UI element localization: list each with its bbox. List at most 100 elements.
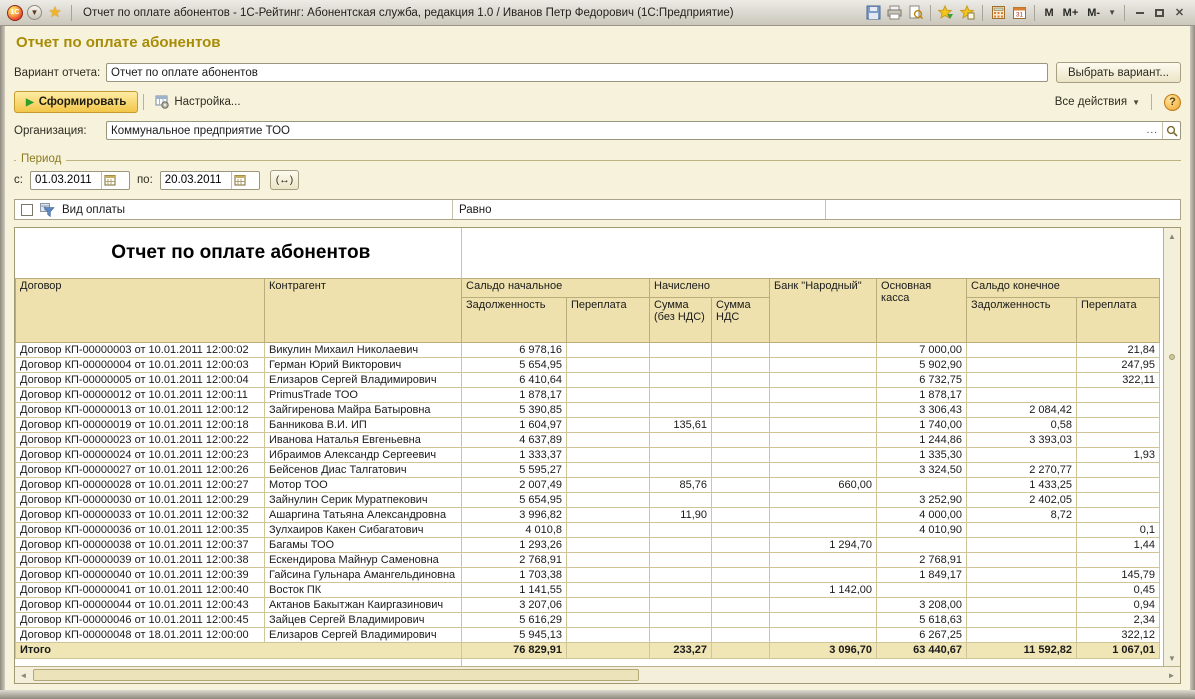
cell-kontragent[interactable]: Зайнулин Серик Муратпекович bbox=[265, 492, 462, 507]
cell-value[interactable] bbox=[770, 447, 877, 462]
cell-value[interactable] bbox=[712, 552, 770, 567]
col-bank[interactable]: Банк "Народный" bbox=[770, 278, 877, 342]
cell-value[interactable] bbox=[650, 582, 712, 597]
cell-kontragent[interactable]: Герман Юрий Викторович bbox=[265, 357, 462, 372]
cell-dogovor[interactable]: Договор КП-00000004 от 10.01.2011 12:00:… bbox=[16, 357, 265, 372]
cell-value[interactable]: 7 000,00 bbox=[877, 342, 967, 357]
cell-value[interactable] bbox=[567, 537, 650, 552]
cell-dogovor[interactable]: Договор КП-00000012 от 10.01.2011 12:00:… bbox=[16, 387, 265, 402]
cell-value[interactable]: 145,79 bbox=[1077, 567, 1160, 582]
scroll-thumb[interactable] bbox=[33, 669, 639, 681]
cell-value[interactable]: 1 333,37 bbox=[462, 447, 567, 462]
cell-dogovor[interactable]: Договор КП-00000039 от 10.01.2011 12:00:… bbox=[16, 552, 265, 567]
cell-value[interactable]: 2 768,91 bbox=[462, 552, 567, 567]
cell-value[interactable] bbox=[712, 372, 770, 387]
cell-dogovor[interactable]: Договор КП-00000048 от 18.01.2011 12:00:… bbox=[16, 627, 265, 642]
cell-dogovor[interactable]: Договор КП-00000028 от 10.01.2011 12:00:… bbox=[16, 477, 265, 492]
cell-value[interactable] bbox=[567, 522, 650, 537]
cell-value[interactable] bbox=[770, 552, 877, 567]
cell-value[interactable] bbox=[650, 612, 712, 627]
favorites-star-icon[interactable]: ★ bbox=[46, 4, 64, 22]
col-sum-vat[interactable]: Сумма НДС bbox=[712, 297, 770, 342]
cell-value[interactable] bbox=[1077, 477, 1160, 492]
cell-value[interactable]: 2 402,05 bbox=[967, 492, 1077, 507]
cell-value[interactable]: 1 335,30 bbox=[877, 447, 967, 462]
cell-value[interactable] bbox=[712, 582, 770, 597]
cell-value[interactable] bbox=[967, 447, 1077, 462]
cell-value[interactable]: 4 010,8 bbox=[462, 522, 567, 537]
cell-value[interactable]: 4 000,00 bbox=[877, 507, 967, 522]
cell-value[interactable]: 2 768,91 bbox=[877, 552, 967, 567]
cell-value[interactable]: 6 732,75 bbox=[877, 372, 967, 387]
cell-value[interactable] bbox=[1077, 492, 1160, 507]
cell-value[interactable] bbox=[770, 372, 877, 387]
cell-value[interactable] bbox=[712, 432, 770, 447]
cell-value[interactable]: 1 141,55 bbox=[462, 582, 567, 597]
col-dogovor[interactable]: Договор bbox=[16, 278, 265, 342]
cell-value[interactable] bbox=[1077, 552, 1160, 567]
table-row[interactable]: Договор КП-00000046 от 10.01.2011 12:00:… bbox=[16, 612, 1160, 627]
cell-value[interactable]: 1 604,97 bbox=[462, 417, 567, 432]
cell-value[interactable] bbox=[712, 507, 770, 522]
add-favorite-icon[interactable] bbox=[937, 4, 955, 22]
cell-kontragent[interactable]: Зулхаиров Какен Сибагатович bbox=[265, 522, 462, 537]
cell-value[interactable]: 5 654,95 bbox=[462, 357, 567, 372]
print-preview-icon[interactable] bbox=[906, 4, 924, 22]
cell-value[interactable] bbox=[650, 522, 712, 537]
cell-value[interactable]: 1 433,25 bbox=[967, 477, 1077, 492]
cell-dogovor[interactable]: Договор КП-00000046 от 10.01.2011 12:00:… bbox=[16, 612, 265, 627]
table-row[interactable]: Договор КП-00000030 от 10.01.2011 12:00:… bbox=[16, 492, 1160, 507]
period-range-button[interactable]: (↔) bbox=[270, 170, 300, 190]
cell-value[interactable] bbox=[770, 567, 877, 582]
cell-value[interactable] bbox=[650, 462, 712, 477]
system-menu-icon[interactable]: ▼ bbox=[27, 5, 42, 20]
cell-value[interactable] bbox=[770, 417, 877, 432]
close-button[interactable]: ✕ bbox=[1171, 4, 1188, 21]
variant-input[interactable] bbox=[107, 65, 1047, 80]
cell-dogovor[interactable]: Договор КП-00000024 от 10.01.2011 12:00:… bbox=[16, 447, 265, 462]
cell-value[interactable]: 2 007,49 bbox=[462, 477, 567, 492]
calendar-icon[interactable]: 31 bbox=[1010, 4, 1028, 22]
cell-value[interactable] bbox=[1077, 462, 1160, 477]
memory-m-plus-button[interactable]: М+ bbox=[1060, 7, 1082, 19]
cell-value[interactable]: 5 902,90 bbox=[877, 357, 967, 372]
cell-kontragent[interactable]: Мотор ТОО bbox=[265, 477, 462, 492]
cell-dogovor[interactable]: Договор КП-00000036 от 10.01.2011 12:00:… bbox=[16, 522, 265, 537]
cell-kontragent[interactable]: Викулин Михаил Николаевич bbox=[265, 342, 462, 357]
cell-value[interactable] bbox=[1077, 402, 1160, 417]
cell-value[interactable] bbox=[650, 627, 712, 642]
cell-value[interactable] bbox=[712, 357, 770, 372]
cell-value[interactable] bbox=[650, 567, 712, 582]
cell-value[interactable] bbox=[567, 357, 650, 372]
cell-value[interactable] bbox=[967, 357, 1077, 372]
table-row[interactable]: Договор КП-00000023 от 10.01.2011 12:00:… bbox=[16, 432, 1160, 447]
cell-value[interactable] bbox=[650, 492, 712, 507]
cell-kontragent[interactable]: Елизаров Сергей Владимирович bbox=[265, 372, 462, 387]
cell-dogovor[interactable]: Договор КП-00000027 от 10.01.2011 12:00:… bbox=[16, 462, 265, 477]
scroll-thumb[interactable] bbox=[1169, 354, 1175, 360]
settings-button[interactable]: Настройка... bbox=[149, 92, 246, 112]
table-row[interactable]: Договор КП-00000033 от 10.01.2011 12:00:… bbox=[16, 507, 1160, 522]
cell-value[interactable] bbox=[650, 447, 712, 462]
col-overpay-start[interactable]: Переплата bbox=[567, 297, 650, 342]
cell-value[interactable] bbox=[712, 567, 770, 582]
cell-value[interactable] bbox=[1077, 417, 1160, 432]
cell-value[interactable] bbox=[967, 597, 1077, 612]
horizontal-scrollbar[interactable]: ◄ ► bbox=[15, 666, 1180, 683]
titlebar-more-icon[interactable]: ▼ bbox=[1106, 8, 1118, 17]
filter-checkbox[interactable] bbox=[21, 204, 33, 216]
cell-value[interactable]: 3 306,43 bbox=[877, 402, 967, 417]
total-row[interactable]: Итого76 829,91233,273 096,7063 440,6711 … bbox=[16, 642, 1160, 658]
table-row[interactable]: Договор КП-00000044 от 10.01.2011 12:00:… bbox=[16, 597, 1160, 612]
cell-value[interactable] bbox=[712, 342, 770, 357]
col-nachisleno[interactable]: Начислено bbox=[650, 278, 770, 297]
cell-value[interactable] bbox=[650, 552, 712, 567]
col-kontragent[interactable]: Контрагент bbox=[265, 278, 462, 342]
cell-value[interactable] bbox=[770, 522, 877, 537]
cell-value[interactable]: 8,72 bbox=[967, 507, 1077, 522]
table-row[interactable]: Договор КП-00000004 от 10.01.2011 12:00:… bbox=[16, 357, 1160, 372]
cell-value[interactable]: 0,1 bbox=[1077, 522, 1160, 537]
cell-value[interactable]: 0,58 bbox=[967, 417, 1077, 432]
cell-value[interactable] bbox=[1077, 432, 1160, 447]
cell-value[interactable] bbox=[967, 567, 1077, 582]
